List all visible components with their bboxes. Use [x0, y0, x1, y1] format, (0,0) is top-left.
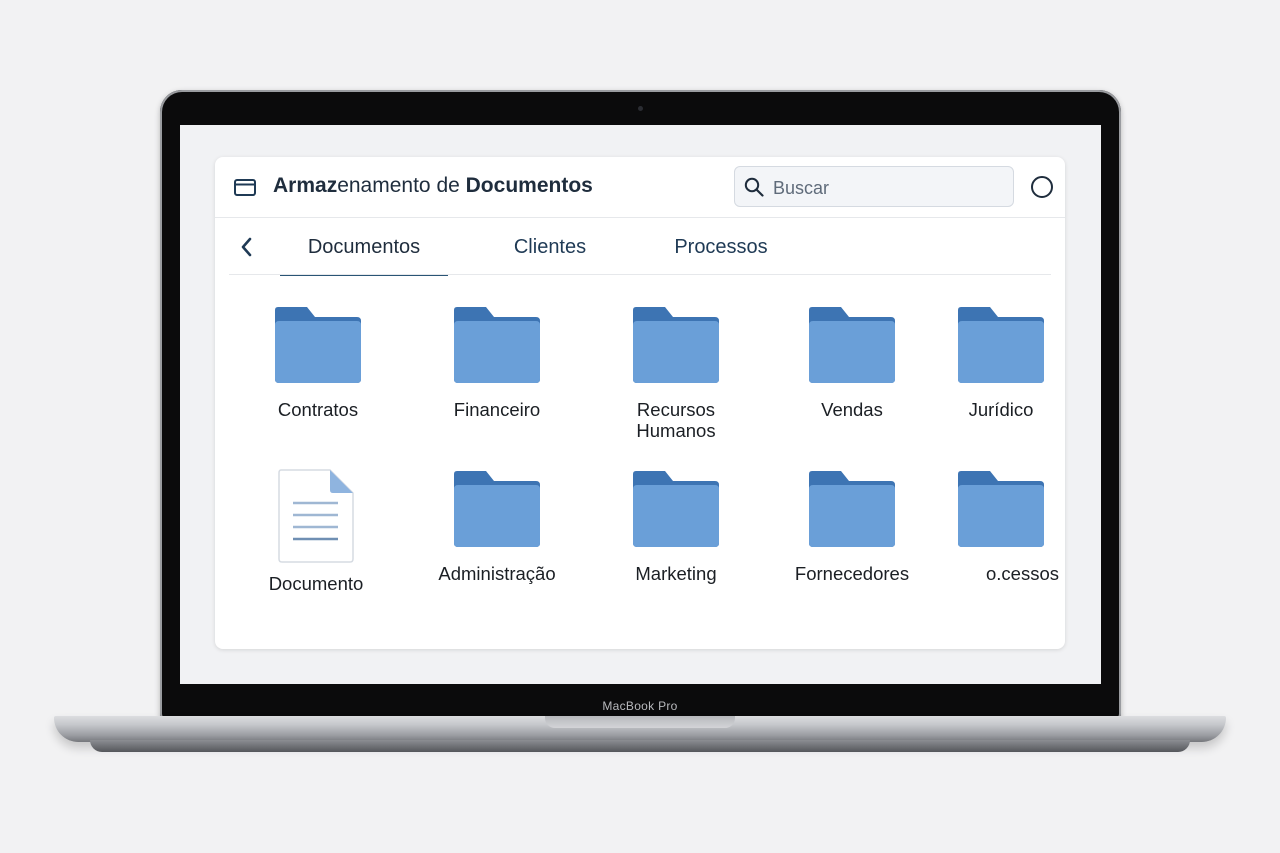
item-label: Contratos	[277, 399, 359, 420]
folder-item[interactable]: Contratos	[243, 307, 393, 420]
folder-icon	[454, 471, 540, 547]
folder-icon	[809, 471, 895, 547]
item-label: Fornecedores	[794, 563, 910, 584]
laptop-base-bottom	[90, 740, 1190, 752]
window-icon	[234, 179, 256, 196]
folder-item[interactable]: Fornecedores	[777, 471, 927, 584]
folder-item[interactable]: Vendas	[777, 307, 927, 420]
tab-bar: Documentos Clientes Processos	[215, 218, 1065, 276]
folder-icon	[275, 307, 361, 383]
app-title-middle: enamento de	[337, 174, 466, 197]
circle-button[interactable]	[1031, 176, 1053, 198]
item-label: Documento	[268, 573, 364, 594]
tab-documentos[interactable]: Documentos	[280, 218, 448, 276]
app-title-bold-suffix: Documentos	[465, 174, 593, 197]
folder-item[interactable]: Financeiro	[422, 307, 572, 420]
search-icon	[744, 177, 764, 197]
document-icon	[278, 469, 354, 563]
app-title: Armazenamento de Documentos	[273, 174, 593, 198]
item-label: Jurídico	[968, 399, 1034, 420]
folder-icon	[633, 307, 719, 383]
folder-icon	[958, 471, 1044, 547]
item-label: Vendas	[821, 399, 883, 420]
search-box[interactable]	[734, 166, 1014, 207]
folder-item[interactable]: Marketing	[601, 471, 751, 584]
item-label: Administração	[438, 563, 556, 584]
search-input[interactable]	[771, 175, 1005, 201]
tab-divider	[229, 274, 1051, 275]
item-label: Marketing	[635, 563, 717, 584]
folder-item[interactable]: Administração	[422, 471, 572, 584]
item-label: Recursos Humanos	[636, 399, 716, 441]
app-title-bold-prefix: Armaz	[273, 174, 338, 197]
title-bar: Armazenamento de Documentos	[215, 157, 1065, 218]
chevron-left-icon[interactable]	[237, 236, 257, 258]
bezel-label: MacBook Pro	[602, 699, 678, 713]
laptop-scene: MacBook Pro Armazenamento de Documentos	[0, 0, 1280, 853]
camera-dot	[638, 106, 643, 111]
folder-icon	[633, 471, 719, 547]
folder-item[interactable]: Recursos Humanos	[601, 307, 751, 441]
item-label: Financeiro	[453, 399, 541, 420]
document-item[interactable]: Documento	[241, 469, 391, 594]
tab-processos[interactable]: Processos	[660, 218, 782, 275]
item-label: o.cessos	[986, 563, 1060, 584]
screen: Armazenamento de Documentos Documentos C…	[180, 125, 1101, 684]
folder-item[interactable]: Jurídico	[926, 307, 1065, 420]
folder-icon	[958, 307, 1044, 383]
tab-clientes[interactable]: Clientes	[495, 218, 605, 275]
folder-icon	[809, 307, 895, 383]
app-window: Armazenamento de Documentos Documentos C…	[215, 157, 1065, 649]
laptop-opening-notch	[545, 716, 735, 728]
folder-item[interactable]: o.cessos	[926, 471, 1060, 584]
folder-icon	[454, 307, 540, 383]
